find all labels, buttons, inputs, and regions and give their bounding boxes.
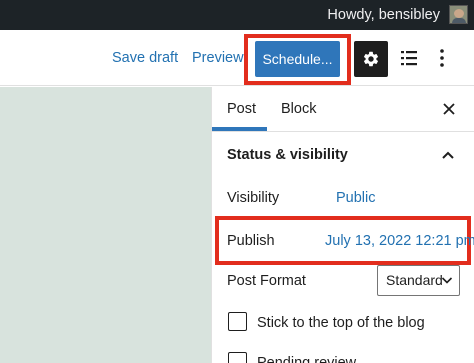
panel-title[interactable]: Status & visibility xyxy=(227,146,348,164)
avatar-face xyxy=(454,9,464,18)
gear-icon xyxy=(363,51,379,67)
list-view-button[interactable] xyxy=(398,47,420,69)
save-draft-button[interactable]: Save draft xyxy=(112,50,178,67)
post-format-value: Standard xyxy=(386,272,443,288)
tab-block[interactable]: Block xyxy=(281,87,316,131)
sticky-checkbox-label[interactable]: Stick to the top of the blog xyxy=(257,314,425,332)
visibility-label: Visibility xyxy=(227,190,280,206)
pending-review-label[interactable]: Pending review xyxy=(257,354,356,363)
tabs-divider xyxy=(212,131,474,132)
user-greeting[interactable]: Howdy, bensibley xyxy=(327,6,440,24)
list-view-icon xyxy=(401,51,417,66)
post-format-select[interactable]: Standard xyxy=(377,265,460,296)
avatar-shirt xyxy=(452,18,466,23)
settings-sidebar: Post Block Status & visibility Visibilit… xyxy=(211,87,474,363)
post-format-label: Post Format xyxy=(227,273,306,289)
chevron-down-icon xyxy=(441,277,453,284)
sticky-checkbox[interactable] xyxy=(228,312,247,331)
panel-toggle-button[interactable] xyxy=(441,148,455,162)
more-options-button[interactable] xyxy=(432,47,452,69)
user-avatar[interactable] xyxy=(449,5,468,24)
chevron-up-icon xyxy=(442,151,454,159)
publish-label: Publish xyxy=(227,233,275,249)
editor-toolbar: Save draft Preview Schedule... xyxy=(0,30,474,86)
editor-canvas[interactable] xyxy=(0,87,211,363)
preview-button[interactable]: Preview xyxy=(192,50,244,67)
tab-post[interactable]: Post xyxy=(227,87,256,131)
vertical-ellipsis-icon xyxy=(440,49,444,67)
close-icon xyxy=(443,103,455,115)
admin-bar: Howdy, bensibley xyxy=(0,0,474,30)
schedule-button[interactable]: Schedule... xyxy=(255,41,340,77)
settings-button[interactable] xyxy=(354,41,388,77)
visibility-toggle[interactable]: Public xyxy=(336,189,376,207)
publish-date-toggle[interactable]: July 13, 2022 12:21 pm xyxy=(325,232,474,250)
pending-review-checkbox[interactable] xyxy=(228,352,247,363)
close-sidebar-button[interactable] xyxy=(441,101,457,117)
